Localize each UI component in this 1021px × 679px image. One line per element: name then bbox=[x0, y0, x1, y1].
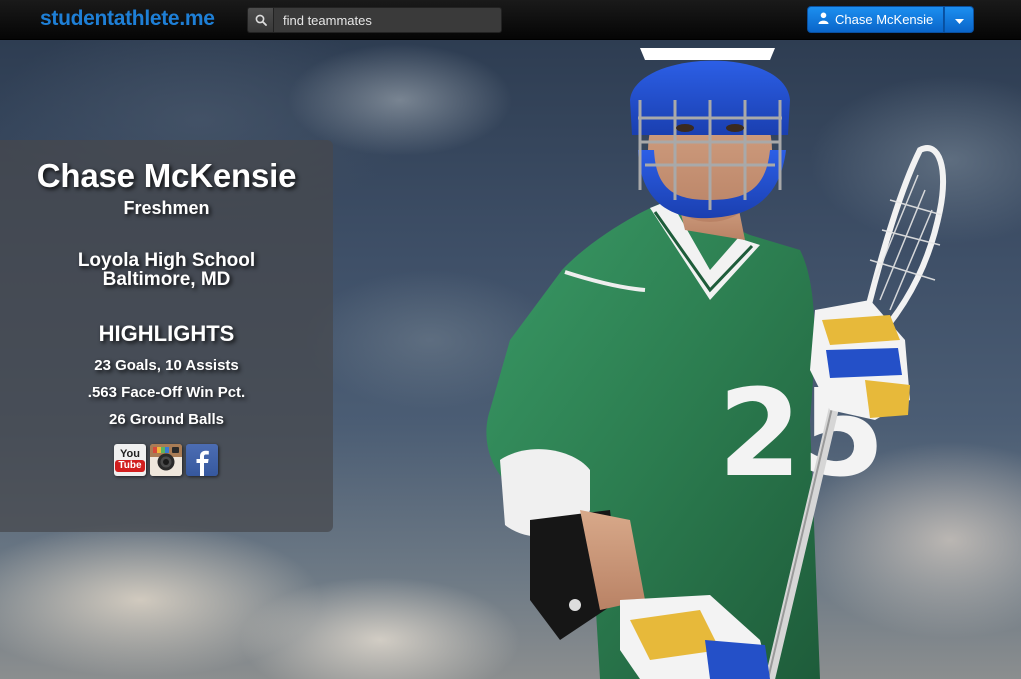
user-menu-dropdown-toggle[interactable] bbox=[944, 6, 975, 33]
social-links: You Tube bbox=[114, 444, 218, 476]
highlight-item: 26 Ground Balls bbox=[108, 411, 225, 428]
youtube-icon[interactable]: You Tube bbox=[114, 444, 146, 476]
highlights-heading: HIGHLIGHTS bbox=[98, 321, 235, 346]
instagram-icon[interactable] bbox=[150, 444, 182, 476]
search-input[interactable] bbox=[273, 7, 502, 33]
top-navbar: studentathlete.me Chase McKensie bbox=[0, 0, 1021, 40]
highlight-item: .563 Face-Off Win Pct. bbox=[87, 384, 246, 401]
user-icon bbox=[818, 12, 829, 27]
user-menu-button[interactable]: Chase McKensie bbox=[807, 6, 945, 33]
search-icon[interactable] bbox=[247, 7, 273, 33]
user-name-label: Chase McKensie bbox=[835, 12, 934, 27]
search-box bbox=[247, 7, 502, 33]
school-location: Baltimore, MD bbox=[102, 269, 231, 290]
user-menu: Chase McKensie bbox=[807, 6, 975, 33]
youtube-you-text: You bbox=[120, 448, 140, 460]
athlete-name: Chase McKensie bbox=[36, 157, 297, 194]
player-photo: 25 bbox=[486, 48, 946, 679]
facebook-icon[interactable] bbox=[186, 444, 218, 476]
profile-card: Chase McKensie Freshmen Loyola High Scho… bbox=[0, 140, 333, 532]
youtube-tube-text: Tube bbox=[115, 460, 145, 472]
athlete-class-year: Freshmen bbox=[123, 198, 210, 218]
brand-logo[interactable]: studentathlete.me bbox=[40, 7, 215, 31]
highlight-item: 23 Goals, 10 Assists bbox=[94, 357, 239, 374]
caret-down-icon bbox=[954, 11, 964, 29]
hero-background: 25 Chase McKensie Freshmen Loyola High S… bbox=[0, 40, 1021, 679]
